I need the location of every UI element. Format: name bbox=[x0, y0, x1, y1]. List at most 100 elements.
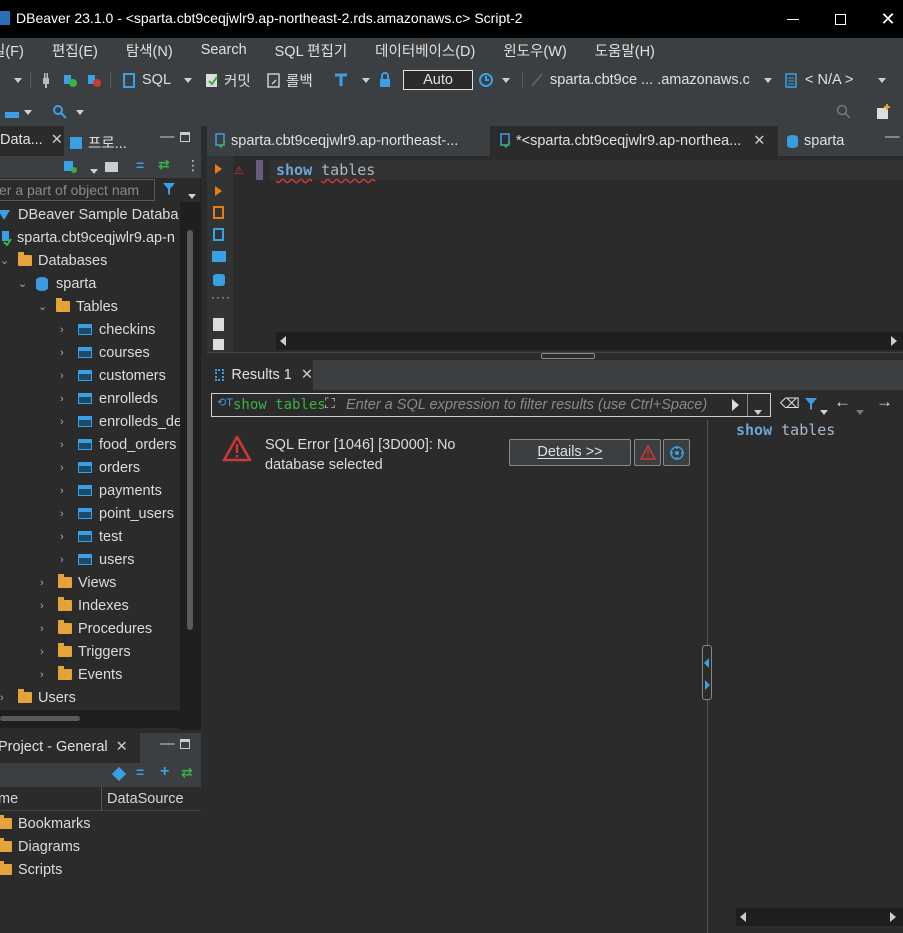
results-filter-input[interactable]: ⟲T show tables ⛶ Enter a SQL expression … bbox=[211, 393, 771, 417]
sql-editor-button[interactable]: SQL bbox=[122, 62, 171, 98]
disconnect-icon[interactable] bbox=[86, 62, 102, 98]
minimize-button[interactable] bbox=[770, 0, 816, 38]
chevron-right-icon[interactable]: › bbox=[60, 462, 70, 474]
schema-dropdown-arrow[interactable] bbox=[874, 62, 886, 98]
menu-edit[interactable]: 편집(E) bbox=[52, 40, 98, 61]
chevron-right-icon[interactable]: › bbox=[60, 554, 70, 566]
filter-icon[interactable] bbox=[162, 181, 176, 200]
new-connection-dropdown[interactable] bbox=[86, 161, 98, 177]
add-icon[interactable]: + bbox=[160, 763, 169, 781]
explain-plan-icon[interactable] bbox=[213, 228, 224, 241]
search-icon[interactable] bbox=[52, 98, 84, 126]
new-folder-icon[interactable] bbox=[104, 158, 120, 177]
tree-item-table[interactable]: › enrolleds bbox=[60, 387, 158, 410]
tree-item-procedures[interactable]: › Procedures bbox=[40, 617, 152, 640]
tree-item-views[interactable]: › Views bbox=[40, 571, 116, 594]
navigator-hscrollbar-thumb[interactable] bbox=[0, 716, 80, 721]
settings-icon[interactable] bbox=[213, 274, 225, 286]
chevron-right-icon[interactable]: › bbox=[60, 324, 70, 336]
tab-projects[interactable]: 프로... bbox=[70, 132, 127, 153]
query-panel-hscrollbar[interactable] bbox=[736, 908, 903, 926]
chevron-right-icon[interactable]: › bbox=[60, 508, 70, 520]
configure-icon[interactable] bbox=[111, 766, 127, 784]
chevron-right-icon[interactable]: › bbox=[40, 577, 50, 589]
chevron-right-icon[interactable]: › bbox=[40, 669, 50, 681]
back-dropdown-arrow[interactable] bbox=[856, 402, 864, 418]
rollback-button[interactable]: 롤백 bbox=[266, 62, 313, 98]
tree-item-indexes[interactable]: › Indexes bbox=[40, 594, 129, 617]
active-schema-selector[interactable]: < N/A > bbox=[785, 62, 853, 98]
tab-database-navigator[interactable]: Data... ✕ bbox=[0, 132, 63, 148]
minimize-panel-icon[interactable]: — bbox=[160, 736, 175, 752]
navigator-icon[interactable] bbox=[4, 98, 32, 126]
tree-item-table[interactable]: › test bbox=[60, 525, 122, 548]
commit-button[interactable]: 커밋 bbox=[204, 62, 251, 98]
chevron-right-icon[interactable]: › bbox=[60, 531, 70, 543]
plug-icon[interactable] bbox=[40, 62, 52, 98]
link-with-editor-icon[interactable]: ⇄ bbox=[158, 156, 170, 173]
tree-item-triggers[interactable]: › Triggers bbox=[40, 640, 131, 663]
object-filter-input[interactable]: er a part of object nam bbox=[0, 179, 155, 201]
history-icon[interactable] bbox=[478, 62, 510, 98]
tree-item-table[interactable]: › food_orders bbox=[60, 433, 176, 456]
column-name-header[interactable]: me bbox=[0, 791, 18, 807]
apply-filter-icon[interactable] bbox=[732, 399, 739, 411]
menu-file[interactable]: 일(F) bbox=[0, 40, 24, 61]
editor-tab-script-2[interactable]: *<sparta.cbt9ceqjwlr9.ap-northea... ✕ bbox=[490, 126, 778, 156]
menu-database[interactable]: 데이터베이스(D) bbox=[375, 40, 475, 61]
more-icon[interactable]: ···· bbox=[211, 290, 231, 304]
close-icon[interactable]: ✕ bbox=[753, 133, 765, 149]
project-item-bookmarks[interactable]: Bookmarks bbox=[0, 812, 91, 835]
tree-item-table[interactable]: › checkins bbox=[60, 318, 155, 341]
collapse-all-icon[interactable]: = bbox=[136, 157, 144, 173]
chevron-right-icon[interactable]: › bbox=[60, 485, 70, 497]
chevron-right-icon[interactable]: › bbox=[40, 646, 50, 658]
minimize-editor-icon[interactable]: — bbox=[885, 122, 900, 152]
details-button[interactable]: Details >> bbox=[509, 439, 631, 466]
close-icon[interactable]: ✕ bbox=[51, 132, 63, 148]
tree-item-table[interactable]: › enrolleds_de bbox=[60, 410, 182, 433]
scroll-left-icon[interactable] bbox=[740, 912, 746, 922]
tree-item-users[interactable]: › Users bbox=[0, 686, 76, 709]
terminal-icon[interactable] bbox=[212, 251, 226, 262]
filter-icon[interactable] bbox=[804, 396, 818, 415]
toolbar-dropdown-arrow[interactable] bbox=[10, 62, 22, 98]
chevron-right-icon[interactable]: › bbox=[60, 393, 70, 405]
connection-dropdown-arrow[interactable] bbox=[760, 62, 772, 98]
minimize-panel-icon[interactable]: — bbox=[160, 129, 175, 145]
back-icon[interactable]: ← bbox=[834, 392, 851, 412]
filter-dropdown-arrow[interactable] bbox=[184, 186, 196, 202]
tree-item-sample-database[interactable]: DBeaver Sample Databa bbox=[0, 203, 178, 226]
scroll-right-icon[interactable] bbox=[890, 912, 896, 922]
tree-item-tables[interactable]: ⌄ Tables bbox=[38, 295, 118, 318]
tree-item-connection[interactable]: sparta.cbt9ceqjwlr9.ap-n bbox=[0, 226, 175, 249]
collapse-all-icon[interactable]: = bbox=[136, 764, 144, 780]
tree-item-table[interactable]: › users bbox=[60, 548, 134, 571]
close-button[interactable]: ✕ bbox=[865, 0, 903, 38]
connect-icon[interactable] bbox=[62, 62, 78, 98]
lock-icon[interactable] bbox=[378, 62, 392, 98]
quick-search-icon[interactable] bbox=[836, 98, 852, 126]
tree-item-schema-sparta[interactable]: ⌄ sparta bbox=[18, 272, 96, 295]
eraser-icon[interactable]: ⌫ bbox=[780, 395, 800, 412]
forward-icon[interactable]: → bbox=[876, 392, 893, 412]
chevron-down-icon[interactable]: ⌄ bbox=[38, 300, 48, 313]
project-item-scripts[interactable]: Scripts bbox=[0, 858, 62, 881]
editor-hscrollbar[interactable] bbox=[276, 332, 903, 350]
menu-search[interactable]: Search bbox=[201, 42, 247, 58]
editor-tab-connection[interactable]: sparta.cbt9ceqjwlr9.ap-northeast-... bbox=[213, 126, 458, 156]
expand-icon[interactable]: ⛶ bbox=[325, 395, 335, 412]
menu-navigate[interactable]: 탐색(N) bbox=[126, 40, 173, 61]
export-icon[interactable] bbox=[213, 318, 224, 331]
executed-query-text[interactable]: show tables bbox=[736, 421, 835, 439]
chevron-right-icon[interactable]: › bbox=[0, 692, 10, 704]
transaction-mode-box[interactable]: Auto bbox=[403, 70, 473, 90]
scroll-left-icon[interactable] bbox=[280, 336, 286, 346]
chevron-right-icon[interactable]: › bbox=[40, 600, 50, 612]
import-icon[interactable] bbox=[213, 339, 224, 350]
menu-help[interactable]: 도움말(H) bbox=[595, 40, 655, 61]
execute-script-icon[interactable] bbox=[213, 206, 224, 219]
chevron-down-icon[interactable]: ⌄ bbox=[18, 277, 28, 290]
scroll-right-icon[interactable] bbox=[891, 336, 897, 346]
tree-item-table[interactable]: › payments bbox=[60, 479, 162, 502]
